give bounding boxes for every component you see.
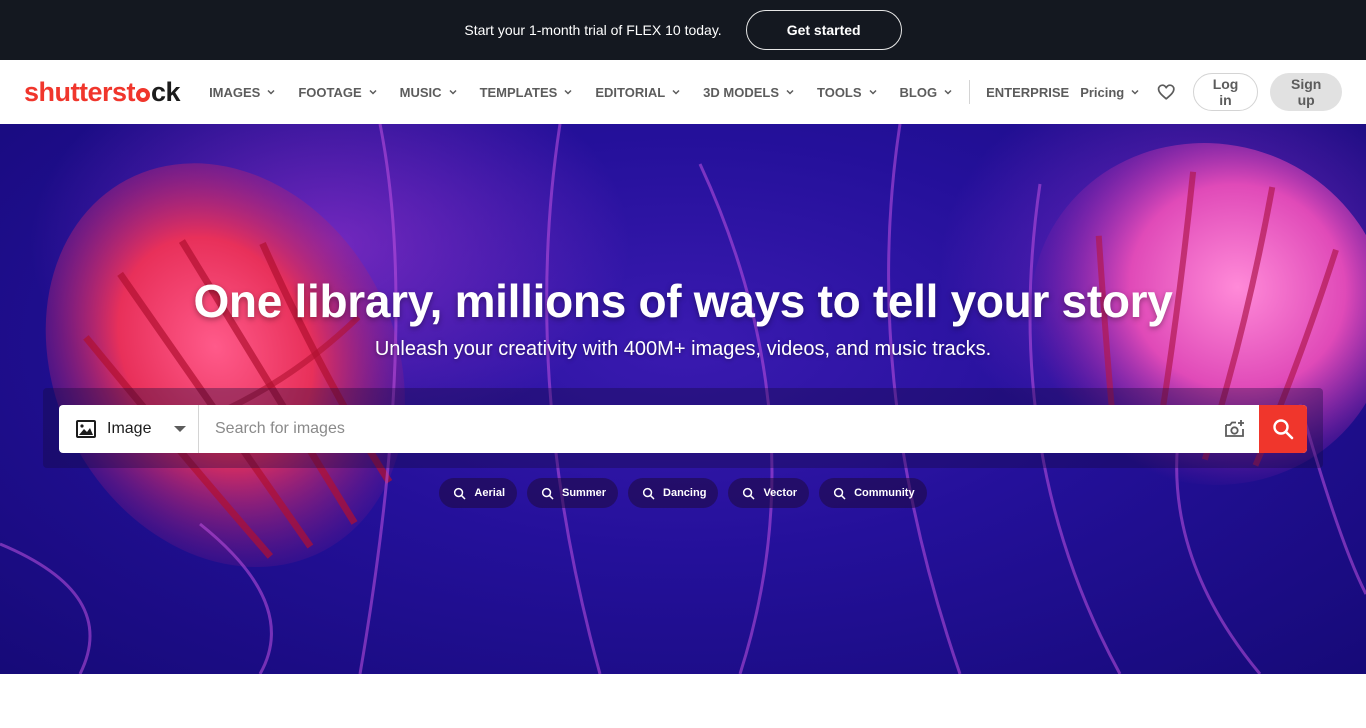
chip-label: Vector [763,487,798,499]
nav-item-label: FOOTAGE [298,84,362,100]
nav-item-blog[interactable]: BLOG [889,60,965,124]
image-icon [76,420,96,438]
nav-item-templates[interactable]: TEMPLATES [469,60,585,124]
shutterstock-logo[interactable]: shutterst ck [24,76,181,108]
hero-section: One library, millions of ways to tell yo… [0,124,1366,674]
chip-label: Aerial [474,487,505,499]
nav-item-label: MUSIC [399,84,442,100]
nav-menu: IMAGES FOOTAGE MUSIC TEMPLATES EDITORIAL… [198,60,1080,124]
main-nav: shutterst ck IMAGES FOOTAGE MUSIC TEMPLA… [0,60,1366,124]
media-type-label: Image [107,420,152,437]
search-icon [834,487,846,499]
hero-subtitle: Unleash your creativity with 400M+ image… [374,338,992,360]
search-button[interactable] [1259,405,1307,453]
nav-item-footage[interactable]: FOOTAGE [287,60,388,124]
search-input[interactable] [199,405,1211,453]
chevron-down-icon [369,89,377,95]
nav-item-label: 3D MODELS [703,84,779,100]
search-icon [454,487,466,499]
chip-community[interactable]: Community [819,478,927,508]
chip-aerial[interactable]: Aerial [439,478,517,508]
search-icon [1273,419,1294,440]
visual-search-button[interactable] [1211,405,1259,453]
chevron-down-icon [564,89,572,95]
chevron-down-icon [1131,89,1139,95]
nav-actions: Pricing Log in Sign up [1080,73,1342,111]
chevron-down-icon [449,89,457,95]
nav-divider [969,80,971,104]
logo-text-main: shutterst [24,76,136,107]
camera-plus-icon [1225,420,1244,437]
pricing-menu[interactable]: Pricing [1080,85,1140,100]
promo-text: Start your 1-month trial of FLEX 10 toda… [464,22,722,38]
caret-down-icon [174,426,186,432]
logo-ring-icon [136,88,151,102]
nav-item-label: ENTERPRISE [986,84,1070,100]
search-icon [642,487,655,499]
chip-summer[interactable]: Summer [527,478,619,508]
hero-title: One library, millions of ways to tell yo… [193,275,1173,327]
chevron-down-icon [267,89,275,95]
media-type-select[interactable]: Image [59,405,199,453]
chip-dancing[interactable]: Dancing [628,478,719,508]
logo-text-tail: ck [151,76,181,107]
chevron-down-icon [786,89,794,95]
chevron-down-icon [944,89,952,95]
chip-label: Community [854,487,915,499]
nav-item-label: EDITORIAL [595,84,666,100]
search-icon [541,487,554,499]
trending-searches: Aerial Summer Dancing Vector Community [0,478,1366,508]
nav-item-label: BLOG [899,84,938,100]
nav-item-label: TEMPLATES [479,84,558,100]
chip-label: Summer [562,487,607,499]
nav-item-label: IMAGES [209,84,261,100]
nav-item-label: TOOLS [817,84,862,100]
nav-item-enterprise[interactable]: ENTERPRISE [975,60,1080,124]
login-button[interactable]: Log in [1192,73,1259,111]
promo-bar: Start your 1-month trial of FLEX 10 toda… [0,0,1366,60]
chevron-down-icon [672,89,680,95]
pricing-label: Pricing [1080,84,1125,100]
nav-item-music[interactable]: MUSIC [389,60,469,124]
search-icon [743,487,755,499]
nav-item-3d-models[interactable]: 3D MODELS [692,60,806,124]
nav-item-tools[interactable]: TOOLS [806,60,889,124]
search-bar: Image [59,405,1307,453]
signup-button[interactable]: Sign up [1270,73,1342,111]
chip-vector[interactable]: Vector [728,478,810,508]
nav-item-editorial[interactable]: EDITORIAL [584,60,692,124]
nav-item-images[interactable]: IMAGES [198,60,287,124]
heart-icon[interactable] [1156,80,1176,104]
chip-label: Dancing [663,487,707,499]
chevron-down-icon [869,89,877,95]
get-started-button[interactable]: Get started [745,10,902,50]
